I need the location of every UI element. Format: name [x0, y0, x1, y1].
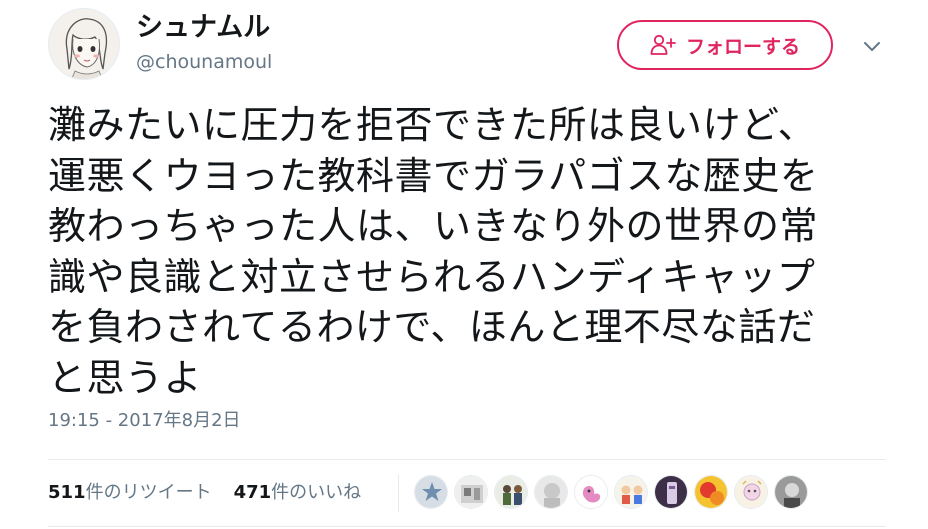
chevron-down-icon — [864, 42, 880, 51]
tweet-timestamp[interactable]: 19:15 - 2017年8月2日 — [48, 409, 241, 433]
follow-button[interactable]: フォローする — [617, 20, 833, 70]
liker-avatar-image — [655, 476, 687, 508]
liker-avatar[interactable] — [534, 475, 568, 509]
retweet-count[interactable]: 511件のリツイート — [48, 480, 212, 506]
divider-bottom — [48, 526, 886, 527]
stats-separator — [398, 474, 399, 512]
liker-avatar[interactable] — [694, 475, 728, 509]
liker-avatar-image — [415, 476, 447, 508]
liker-avatars — [414, 475, 808, 509]
divider-top — [48, 459, 886, 460]
liker-avatar[interactable] — [614, 475, 648, 509]
tweet-stats: 511件のリツイート 471件のいいね — [48, 480, 361, 506]
liker-avatar[interactable] — [574, 475, 608, 509]
user-avatar[interactable] — [48, 8, 120, 80]
screen-name[interactable]: @chounamoul — [136, 50, 272, 74]
avatar-drawing — [49, 9, 119, 79]
tweet-text: 灘みたいに圧力を拒否できた所は良いけど、 運悪くウヨった教科書でガラパゴスな歴史… — [48, 103, 819, 400]
like-count[interactable]: 471件のいいね — [234, 480, 362, 506]
liker-avatar[interactable] — [774, 475, 808, 509]
liker-avatar-image — [615, 476, 647, 508]
liker-avatar-image — [535, 476, 567, 508]
liker-avatar[interactable] — [414, 475, 448, 509]
follow-button-label: フォローする — [685, 35, 800, 58]
liker-avatar-image — [575, 476, 607, 508]
like-count-label: 件のいいね — [271, 482, 362, 503]
retweet-count-label: 件のリツイート — [85, 482, 212, 503]
liker-avatar-image — [775, 476, 807, 508]
like-count-number: 471 — [233, 482, 272, 503]
liker-avatar-image — [735, 476, 767, 508]
liker-avatar-image — [495, 476, 527, 508]
liker-avatar[interactable] — [654, 475, 688, 509]
liker-avatar-image — [455, 476, 487, 508]
liker-avatar[interactable] — [494, 475, 528, 509]
liker-avatar-image — [695, 476, 727, 508]
more-menu-button[interactable] — [860, 38, 884, 56]
liker-avatar[interactable] — [734, 475, 768, 509]
display-name[interactable]: シュナムル — [136, 12, 270, 44]
person-add-icon — [650, 34, 676, 55]
liker-avatar[interactable] — [454, 475, 488, 509]
retweet-count-number: 511 — [48, 482, 86, 503]
tweet-card: シュナムル @chounamoul フォローする 灘みたいに圧力を拒否できた所は… — [0, 0, 928, 529]
